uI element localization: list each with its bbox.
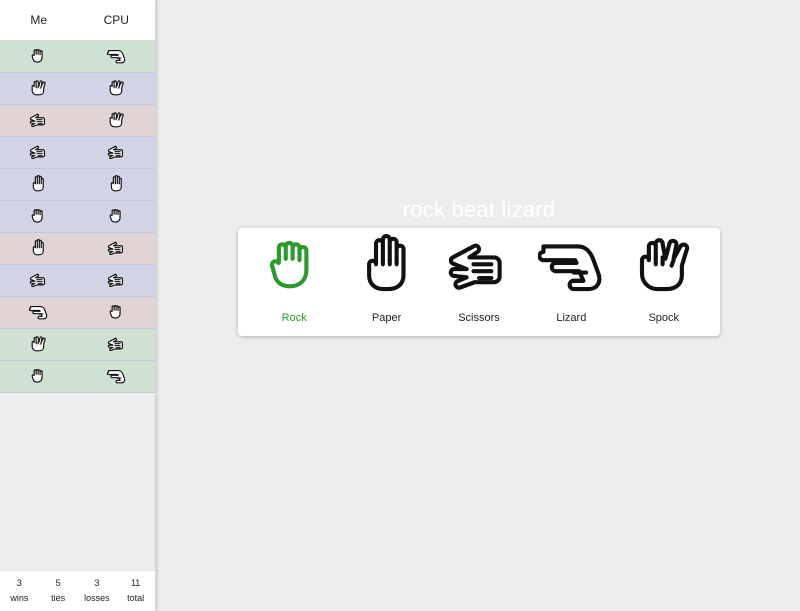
me-choice-cell — [0, 79, 78, 98]
spock-icon — [109, 112, 124, 128]
scissors-icon — [30, 145, 46, 160]
spock-icon — [31, 80, 46, 96]
history-row — [0, 41, 155, 73]
me-column-header: Me — [30, 13, 48, 27]
scissors-icon — [448, 243, 502, 290]
paper-icon — [110, 175, 122, 192]
history-row — [0, 105, 155, 137]
cpu-choice-cell — [78, 79, 156, 98]
cpu-choice-cell — [78, 367, 156, 386]
choice-label: Rock — [281, 312, 307, 324]
paper-icon — [33, 175, 45, 192]
choices-panel: Rock Paper Scissors Lizard Spock — [238, 228, 720, 336]
scissors-icon — [107, 337, 123, 352]
lizard-icon — [29, 305, 48, 320]
history-row — [0, 73, 155, 105]
history-row — [0, 297, 155, 329]
me-choice-cell — [0, 335, 78, 354]
rock-icon — [31, 208, 43, 223]
spock-icon — [109, 80, 124, 96]
paper-icon — [366, 234, 406, 292]
spock-icon — [639, 238, 689, 292]
stat-total: 11 total — [116, 571, 155, 611]
history-header: Me CPU — [0, 0, 155, 41]
wins-label: wins — [10, 593, 29, 603]
me-choice-cell — [0, 271, 78, 290]
lizard-icon — [106, 369, 125, 384]
spock-icon — [31, 336, 46, 352]
history-row — [0, 329, 155, 361]
history-row — [0, 233, 155, 265]
scissors-icon — [107, 145, 123, 160]
paper-icon — [33, 239, 45, 256]
rock-icon — [109, 208, 121, 223]
cpu-choice-cell — [78, 239, 156, 258]
choice-rock-button[interactable]: Rock — [251, 228, 337, 324]
me-choice-cell — [0, 239, 78, 258]
lizard-icon — [106, 49, 125, 64]
stat-losses: 3 losses — [78, 571, 117, 611]
history-row — [0, 361, 155, 393]
scissors-icon — [30, 273, 46, 288]
history-sidebar: Me CPU 3 wins 5 ties 3 losses 11 total — [0, 0, 156, 611]
cpu-choice-cell — [78, 271, 156, 290]
ties-label: ties — [51, 593, 66, 603]
rock-icon — [270, 240, 309, 289]
history-row — [0, 137, 155, 169]
cpu-choice-cell — [78, 175, 156, 194]
losses-count: 3 — [94, 578, 100, 588]
choice-lizard-button[interactable]: Lizard — [528, 228, 614, 324]
me-choice-cell — [0, 47, 78, 66]
score-stats: 3 wins 5 ties 3 losses 11 total — [0, 570, 155, 611]
cpu-choice-cell — [78, 143, 156, 162]
me-choice-cell — [0, 111, 78, 130]
history-row — [0, 201, 155, 233]
choice-label: Spock — [648, 312, 680, 324]
me-choice-cell — [0, 175, 78, 194]
choice-scissors-button[interactable]: Scissors — [436, 228, 522, 324]
ties-count: 5 — [55, 578, 61, 588]
cpu-choice-cell — [78, 303, 156, 322]
rock-icon — [31, 48, 43, 63]
round-result-text: rock beat lizard — [402, 197, 556, 222]
stat-ties: 5 ties — [39, 571, 78, 611]
history-row — [0, 169, 155, 201]
scissors-icon — [30, 113, 46, 128]
cpu-choice-cell — [78, 111, 156, 130]
stat-wins: 3 wins — [0, 571, 39, 611]
me-choice-cell — [0, 207, 78, 226]
cpu-choice-cell — [78, 335, 156, 354]
cpu-choice-cell — [78, 207, 156, 226]
total-count: 11 — [130, 578, 141, 588]
cpu-column-header: CPU — [103, 13, 129, 27]
choice-label: Lizard — [556, 312, 587, 324]
lizard-icon — [538, 244, 602, 292]
history-list — [0, 41, 155, 393]
choice-label: Paper — [371, 312, 402, 324]
rock-icon — [109, 304, 121, 319]
me-choice-cell — [0, 367, 78, 386]
wins-count: 3 — [16, 578, 22, 588]
me-choice-cell — [0, 303, 78, 322]
choice-paper-button[interactable]: Paper — [344, 228, 430, 324]
choice-label: Scissors — [458, 312, 500, 324]
choice-spock-button[interactable]: Spock — [621, 228, 707, 324]
scissors-icon — [107, 273, 123, 288]
rock-icon — [31, 368, 43, 383]
me-choice-cell — [0, 143, 78, 162]
total-label: total — [127, 593, 145, 603]
history-row — [0, 265, 155, 297]
cpu-choice-cell — [78, 47, 156, 66]
scissors-icon — [107, 241, 123, 256]
losses-label: losses — [84, 593, 110, 603]
